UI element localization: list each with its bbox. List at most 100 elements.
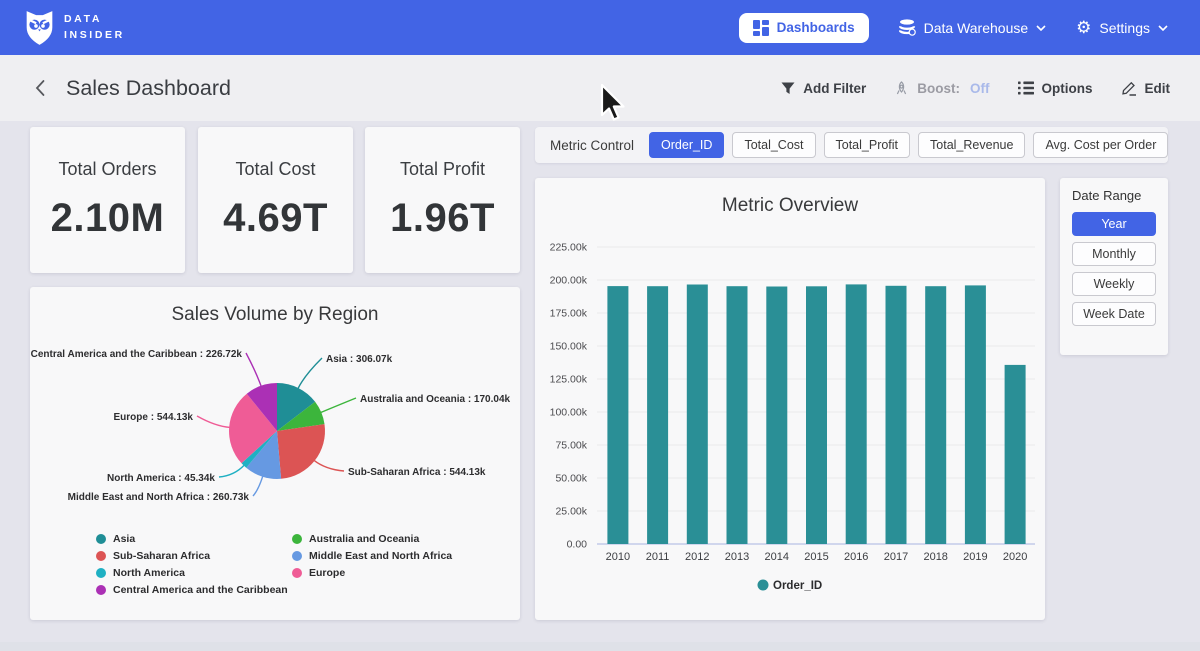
pie-label-line: [298, 358, 322, 389]
brand-line-2: INSIDER: [64, 28, 125, 44]
bar-2020[interactable]: [1005, 365, 1026, 544]
legend-label: Australia and Oceania: [309, 533, 419, 545]
bar-2011[interactable]: [647, 286, 668, 544]
toolbar-actions: Add Filter Boost: Off Options: [781, 80, 1170, 96]
legend-dot: [292, 568, 302, 578]
bar-legend-dot: [758, 580, 769, 591]
x-tick-label: 2010: [606, 551, 630, 563]
legend-label: Sub-Saharan Africa: [113, 550, 210, 562]
back-button[interactable]: [30, 75, 50, 101]
legend-item-australia-and-oceania[interactable]: Australia and Oceania: [292, 533, 452, 545]
chevron-down-icon: [1036, 25, 1046, 31]
nav-settings-label: Settings: [1099, 20, 1150, 36]
kpi-card-total-cost: Total Cost4.69T: [198, 127, 353, 273]
bar-2018[interactable]: [925, 286, 946, 544]
date-range-year[interactable]: Year: [1072, 212, 1156, 236]
nav-dashboards-label: Dashboards: [777, 20, 855, 35]
legend-item-sub-saharan-africa[interactable]: Sub-Saharan Africa: [96, 550, 292, 562]
bar-2010[interactable]: [607, 286, 628, 544]
pie-label-europe: Europe : 544.13k: [114, 412, 194, 423]
pie-chart-title: Sales Volume by Region: [30, 304, 520, 326]
pie-label-line: [246, 353, 261, 387]
options-button[interactable]: Options: [1018, 81, 1093, 96]
metric-chip-order-id[interactable]: Order_ID: [649, 132, 724, 158]
rocket-icon: [894, 81, 909, 96]
bar-2013[interactable]: [727, 286, 748, 544]
y-tick-label: 0.00: [567, 539, 588, 551]
x-tick-label: 2017: [884, 551, 908, 563]
date-range-label: Date Range: [1072, 188, 1156, 203]
kpi-label: Total Cost: [235, 159, 315, 180]
nav-data-warehouse[interactable]: Data Warehouse: [899, 19, 1047, 36]
metric-chip-total-revenue[interactable]: Total_Revenue: [918, 132, 1025, 158]
x-tick-label: 2012: [685, 551, 709, 563]
bar-2017[interactable]: [886, 286, 907, 544]
y-tick-label: 175.00k: [550, 308, 588, 320]
brand-name: DATA INSIDER: [64, 12, 125, 44]
nav-settings[interactable]: ⚙ Settings: [1076, 19, 1168, 36]
legend-item-middle-east-and-north-africa[interactable]: Middle East and North Africa: [292, 550, 452, 562]
kpi-value: 2.10M: [51, 196, 165, 241]
metric-chips: Order_ID Total_Cost Total_Profit Total_Reve…: [649, 132, 1168, 158]
legend-dot: [96, 534, 106, 544]
pie-label-line: [197, 416, 230, 427]
y-tick-label: 225.00k: [550, 242, 588, 254]
boost-label: Boost:: [917, 81, 960, 96]
date-range-week-date[interactable]: Week Date: [1072, 302, 1156, 326]
kpi-label: Total Profit: [400, 159, 485, 180]
pie-label-line: [314, 460, 344, 471]
bar-2016[interactable]: [846, 284, 867, 544]
boost-toggle[interactable]: Boost: Off: [894, 81, 989, 96]
pie-chart: Asia : 306.07kAustralia and Oceania : 17…: [30, 331, 520, 531]
legend-item-north-america[interactable]: North America: [96, 567, 292, 579]
footer-strip: [0, 642, 1200, 651]
pie-chart-panel: Sales Volume by Region Asia : 306.07kAus…: [30, 287, 520, 620]
bar-2015[interactable]: [806, 286, 827, 544]
pencil-icon: [1121, 80, 1137, 96]
nav-data-warehouse-label: Data Warehouse: [924, 20, 1029, 36]
edit-button[interactable]: Edit: [1121, 80, 1171, 96]
bar-chart-title: Metric Overview: [535, 195, 1045, 217]
chevron-left-icon: [34, 79, 46, 97]
bar-2019[interactable]: [965, 285, 986, 544]
add-filter-button[interactable]: Add Filter: [781, 81, 866, 96]
brand-line-1: DATA: [64, 12, 125, 28]
y-tick-label: 150.00k: [550, 341, 588, 353]
add-filter-label: Add Filter: [803, 81, 866, 96]
legend-dot: [292, 551, 302, 561]
date-range-weekly[interactable]: Weekly: [1072, 272, 1156, 296]
pie-label-line: [320, 398, 356, 413]
legend-item-europe[interactable]: Europe: [292, 567, 452, 579]
legend-label: Europe: [309, 567, 345, 579]
legend-item-central-america-and-the-caribbean[interactable]: Central America and the Caribbean: [96, 584, 292, 596]
y-tick-label: 25.00k: [555, 506, 587, 518]
metric-chip-total-cost[interactable]: Total_Cost: [732, 132, 815, 158]
legend-label: Asia: [113, 533, 135, 545]
page: DATA INSIDER Dashboards Data Warehou: [0, 0, 1200, 651]
bar-legend-label[interactable]: Order_ID: [773, 580, 822, 592]
nav-dashboards-button[interactable]: Dashboards: [739, 13, 869, 43]
chevron-down-icon: [1158, 25, 1168, 31]
date-range-monthly[interactable]: Monthly: [1072, 242, 1156, 266]
date-range-panel: Date Range Year Monthly Weekly Week Date: [1060, 178, 1168, 355]
pie-legend: Asia Australia and Oceania Sub-Saharan Afr…: [96, 533, 452, 596]
legend-label: Middle East and North Africa: [309, 550, 452, 562]
pie-slice-sub-saharan-africa[interactable]: [277, 424, 325, 479]
metric-chip-total-profit[interactable]: Total_Profit: [824, 132, 911, 158]
pie-label-line: [219, 465, 245, 477]
y-tick-label: 125.00k: [550, 374, 588, 386]
metric-chip-avg-cost-per-order[interactable]: Avg. Cost per Order: [1033, 132, 1168, 158]
legend-item-asia[interactable]: Asia: [96, 533, 292, 545]
database-icon: [899, 19, 916, 36]
legend-label: North America: [113, 567, 185, 579]
y-tick-label: 200.00k: [550, 275, 588, 287]
brand-logo[interactable]: DATA INSIDER: [26, 10, 125, 46]
bar-2014[interactable]: [766, 287, 787, 545]
pie-label-north-america: North America : 45.34k: [107, 473, 215, 484]
bar-2012[interactable]: [687, 285, 708, 545]
x-tick-label: 2014: [765, 551, 789, 563]
nav-menu: Dashboards Data Warehouse ⚙ Settings: [739, 13, 1168, 43]
bar-chart-panel: Metric Overview 0.0025.00k50.00k75.00k10…: [535, 178, 1045, 620]
kpi-card-total-profit: Total Profit1.96T: [365, 127, 520, 273]
dashboard-grid-icon: [753, 20, 769, 36]
